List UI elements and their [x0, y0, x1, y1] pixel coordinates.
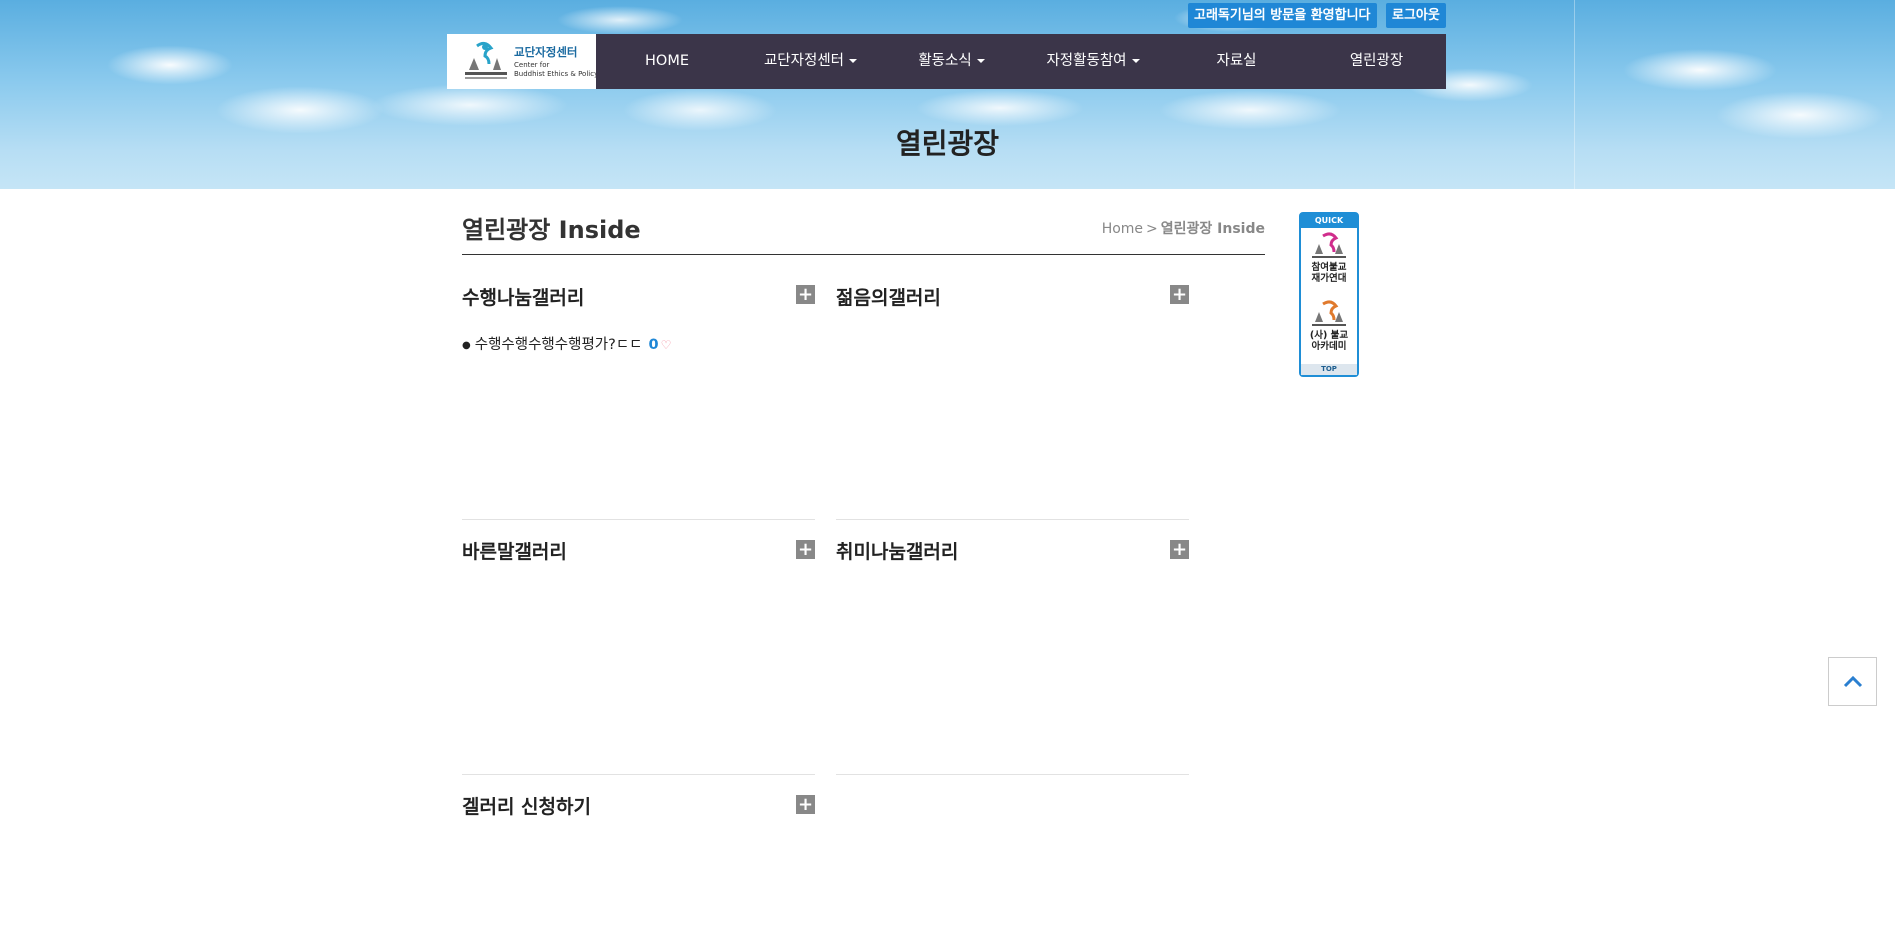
- section-title-gallery-request[interactable]: 겔러리 신청하기: [462, 792, 591, 819]
- chevron-up-icon: [1843, 675, 1863, 688]
- nav-archive[interactable]: 자료실: [1166, 34, 1307, 89]
- plus-icon[interactable]: +: [796, 795, 815, 814]
- nav-label: 자정활동참여: [1046, 53, 1127, 69]
- quick-menu-header: QUICK: [1301, 214, 1357, 228]
- quick-link-logo-icon: [1312, 232, 1346, 258]
- section-title-hobby-gallery[interactable]: 취미나눔갤러리: [836, 537, 958, 564]
- comment-count: 0: [648, 337, 659, 353]
- post-title: 수행수행수행수행평가?ㄷㄷ: [474, 337, 643, 353]
- nav-label: 활동소식: [918, 53, 972, 69]
- heart-icon: ♡: [660, 338, 672, 352]
- nav-open-square[interactable]: 열린광장: [1307, 34, 1446, 89]
- nav-home[interactable]: HOME: [596, 34, 738, 89]
- nav-center[interactable]: 교단자정센터: [738, 34, 883, 89]
- caret-down-icon: [849, 59, 858, 63]
- nav-label: 자료실: [1216, 53, 1257, 69]
- quick-link-label: 재가연대: [1311, 273, 1347, 284]
- logo-korean-name: 교단자정센터: [514, 45, 578, 59]
- banner-title: 열린광장: [895, 127, 1000, 160]
- quick-link-label: 아카데미: [1311, 341, 1347, 352]
- main-nav: HOME 교단자정센터 활동소식 자정활동참여 자료실 열린광장: [596, 34, 1446, 89]
- nav-activity-news[interactable]: 활동소식: [883, 34, 1020, 89]
- nav-label: 교단자정센터: [763, 53, 845, 69]
- quick-link-logo-icon: [1312, 300, 1346, 326]
- section-divider: [462, 519, 815, 520]
- logo-english-line1: Center for: [514, 61, 550, 69]
- logout-button[interactable]: 로그아웃: [1386, 3, 1446, 28]
- breadcrumb-separator: >: [1146, 221, 1158, 237]
- quick-link-buddhist-academy[interactable]: (사) 불교 아카데미: [1301, 300, 1357, 352]
- section-divider: [836, 774, 1189, 775]
- site-logo[interactable]: 교단자정센터 Center for Buddhist Ethics & Poli…: [447, 34, 598, 89]
- quick-link-participation-buddhism[interactable]: 참여불교 재가연대: [1301, 232, 1357, 284]
- quick-menu: QUICK 참여불교 재가연대 (사) 불교 아카데미 TOP: [1299, 212, 1359, 377]
- quick-menu-top-button[interactable]: TOP: [1301, 364, 1357, 375]
- nav-participation[interactable]: 자정활동참여: [1020, 34, 1166, 89]
- logo-icon: [465, 41, 507, 79]
- breadcrumb-home[interactable]: Home: [1102, 221, 1143, 237]
- quick-link-label: (사) 불교: [1309, 330, 1349, 341]
- quick-link-label: 참여불교: [1311, 262, 1347, 273]
- welcome-message: 고래독기님의 방문을 환영합니다: [1188, 3, 1377, 28]
- page-title: 열린광장 Inside: [462, 216, 641, 244]
- section-title-right-speech-gallery[interactable]: 바른말갤러리: [462, 537, 567, 564]
- section-divider: [836, 519, 1189, 520]
- section-divider: [462, 774, 815, 775]
- plus-icon[interactable]: +: [796, 285, 815, 304]
- plus-icon[interactable]: +: [1170, 540, 1189, 559]
- breadcrumb: Home > 열린광장 Inside: [1102, 218, 1265, 238]
- title-divider: [462, 254, 1265, 255]
- logo-english-line2: Buddhist Ethics & Policy: [514, 70, 599, 78]
- caret-down-icon: [1131, 59, 1140, 63]
- logo-english-name: Center for Buddhist Ethics & Policy: [514, 61, 598, 79]
- bullet-icon: ●: [462, 339, 471, 351]
- plus-icon[interactable]: +: [1170, 285, 1189, 304]
- nav-label: HOME: [645, 53, 689, 69]
- section-title-practice-gallery[interactable]: 수행나눔갤러리: [462, 283, 584, 310]
- list-item[interactable]: ● 수행수행수행수행평가?ㄷㄷ 0 ♡: [462, 333, 671, 354]
- breadcrumb-current: 열린광장 Inside: [1160, 221, 1265, 237]
- caret-down-icon: [976, 59, 985, 63]
- plus-icon[interactable]: +: [796, 540, 815, 559]
- scroll-to-top-button[interactable]: [1828, 657, 1877, 706]
- nav-label: 열린광장: [1349, 53, 1404, 69]
- section-title-youth-gallery[interactable]: 젊음의갤러리: [836, 283, 941, 310]
